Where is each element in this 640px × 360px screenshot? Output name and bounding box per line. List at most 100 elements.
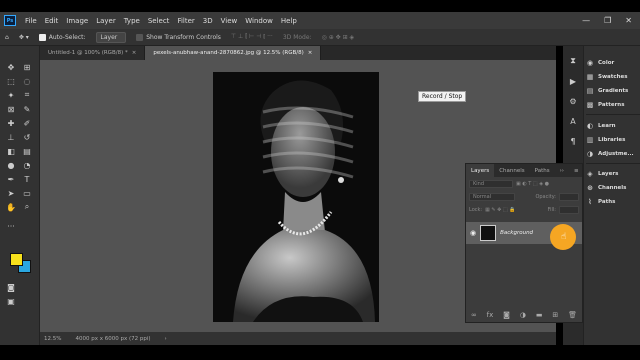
gradient-icon[interactable]: ▤ [22,146,32,156]
panel-layers[interactable]: ◈ Layers [586,168,640,180]
tab-pexels-image[interactable]: pexels-anubhaw-anand-2870862.jpg @ 12.5%… [145,46,322,60]
lock-icons[interactable]: ▦ ✎ ✥ ⬚ 🔒 [485,207,515,213]
tab-close-icon[interactable]: × [132,50,137,56]
brush-icon[interactable]: ✐ [22,118,32,128]
path-select-icon[interactable]: ➤ [6,188,16,198]
panel-divider [586,163,640,164]
minimize-icon[interactable]: — [582,16,590,25]
menu-help[interactable]: Help [277,17,301,25]
menu-image[interactable]: Image [62,17,92,25]
filter-icons[interactable]: ▣ ◐ T ⬚ ◈ ● [516,181,549,187]
tab-close-icon[interactable]: × [308,50,313,56]
foreground-color-swatch[interactable] [10,253,23,266]
adjustments-icon: ◑ [586,150,594,158]
move-tool-icon[interactable]: ✥ ▾ [19,34,29,41]
align-icons[interactable]: ⊤ ⊥ ⫿ ⊢ ⊣ ⫾ ··· [231,33,273,41]
layer-style-icon[interactable]: fx [487,311,494,319]
3d-mode-icons[interactable]: ◎ ⊕ ✥ ⊞ ◈ [322,34,355,41]
panel-channels[interactable]: ⊛ Channels [586,182,640,194]
status-arrow-icon[interactable]: › [165,336,167,342]
menu-filter[interactable]: Filter [173,17,198,25]
layer-thumbnail [480,225,497,241]
close-icon[interactable]: ✕ [625,16,632,25]
zoom-level[interactable]: 12.5% [44,336,61,342]
panel-swatches[interactable]: ▦ Swatches [586,71,640,83]
panel-patterns[interactable]: ▩ Patterns [586,99,640,111]
group-icon[interactable]: ▬ [536,311,543,319]
layer-mask-icon[interactable]: ◙ [503,311,510,319]
panel-libraries[interactable]: ▥ Libraries [586,134,640,146]
panel-color[interactable]: ◉ Color [586,57,640,69]
actions-icon[interactable]: ▶ [568,76,578,86]
pen-icon[interactable]: ✒ [6,174,16,184]
menu-layer[interactable]: Layer [92,17,120,25]
move-icon[interactable]: ✥ [6,62,16,72]
screen-mode-icon[interactable]: ▣ [6,296,16,306]
menu-edit[interactable]: Edit [41,17,63,25]
zoom-icon[interactable]: ⌕ [22,202,32,212]
right-panel-dock: ◉ Color ▦ Swatches ▤ Gradients ▩ Patterns ◐ L… [583,46,640,345]
menu-type[interactable]: Type [120,17,144,25]
quick-mask-icon[interactable]: ◙ [6,282,16,292]
eyedropper-icon[interactable]: ✎ [22,104,32,114]
panel-divider [586,114,640,115]
fill-field[interactable] [559,205,579,214]
dodge-icon[interactable]: ◔ [22,160,32,170]
menu-window[interactable]: Window [241,17,277,25]
edit-toolbar-icon[interactable]: ··· [6,221,16,231]
stamp-icon[interactable]: ⊥ [6,132,16,142]
hand-icon[interactable]: ✋ [6,202,16,212]
type-icon[interactable]: T [22,174,32,184]
panel-gradients[interactable]: ▤ Gradients [586,85,640,97]
panel-adjustments[interactable]: ◑ Adjustme... [586,148,640,160]
channels-icon: ⊛ [587,184,593,192]
restore-icon[interactable]: ❐ [604,16,611,25]
menu-3d[interactable]: 3D [199,17,217,25]
panel-paths[interactable]: ⌇ Paths [586,196,640,208]
auto-select-checkbox[interactable]: Auto-Select: [38,33,86,41]
menu-view[interactable]: View [217,17,242,25]
home-icon[interactable]: ⌂ [5,34,9,41]
magic-wand-icon[interactable]: ✦ [6,90,16,100]
history-icon[interactable]: ⧗ [568,56,578,66]
blur-icon[interactable]: ● [6,160,16,170]
window-controls: — ❐ ✕ [582,16,640,25]
shape-icon[interactable]: ▭ [22,188,32,198]
libraries-icon: ▥ [586,136,594,144]
link-layers-icon[interactable]: ∞ [471,311,477,319]
tab-untitled-1[interactable]: Untitled-1 @ 100% (RGB/8) * × [40,46,146,60]
menu-select[interactable]: Select [144,17,174,25]
panel-menu-icon[interactable]: ≡ [569,164,584,177]
visibility-eye-icon[interactable]: ◉ [470,229,476,237]
character-icon[interactable]: A [568,116,578,126]
document-image[interactable] [213,72,379,322]
marquee-icon[interactable]: ⬚ [6,76,16,86]
frame-icon[interactable]: ⊠ [6,104,16,114]
opacity-label: Opacity: [535,193,556,200]
collapse-icon[interactable]: ›› [555,164,569,177]
delete-layer-icon[interactable]: 🗑 [568,311,577,319]
menu-file[interactable]: File [21,17,41,25]
lock-row: Lock: ▦ ✎ ✥ ⬚ 🔒 Fill: [466,203,582,216]
tab-channels[interactable]: Channels [494,164,529,177]
tab-layers[interactable]: Layers [466,164,495,177]
crop-icon[interactable]: ⌗ [22,90,32,100]
new-layer-icon[interactable]: ⊞ [552,311,558,319]
tab-paths[interactable]: Paths [530,164,555,177]
auto-select-dropdown[interactable]: Layer [95,31,127,43]
lasso-icon[interactable]: ◌ [22,76,32,86]
eraser-icon[interactable]: ◧ [6,146,16,156]
adjustment-layer-icon[interactable]: ◑ [520,311,526,319]
document-info: 4000 px x 6000 px (72 ppi) [75,335,151,342]
kind-filter[interactable]: Kind [469,179,513,188]
artboard-icon[interactable]: ⊞ [22,62,32,72]
show-transform-checkbox[interactable]: Show Transform Controls [136,33,221,41]
properties-icon[interactable]: ⚙ [568,96,578,106]
layers-icon: ◈ [587,170,593,178]
opacity-field[interactable] [559,192,579,201]
paragraph-icon[interactable]: ¶ [568,136,578,146]
history-brush-icon[interactable]: ↺ [22,132,32,142]
blend-mode-select[interactable]: Normal [469,192,515,201]
panel-learn[interactable]: ◐ Learn [586,120,640,132]
healing-icon[interactable]: ✚ [6,118,16,128]
